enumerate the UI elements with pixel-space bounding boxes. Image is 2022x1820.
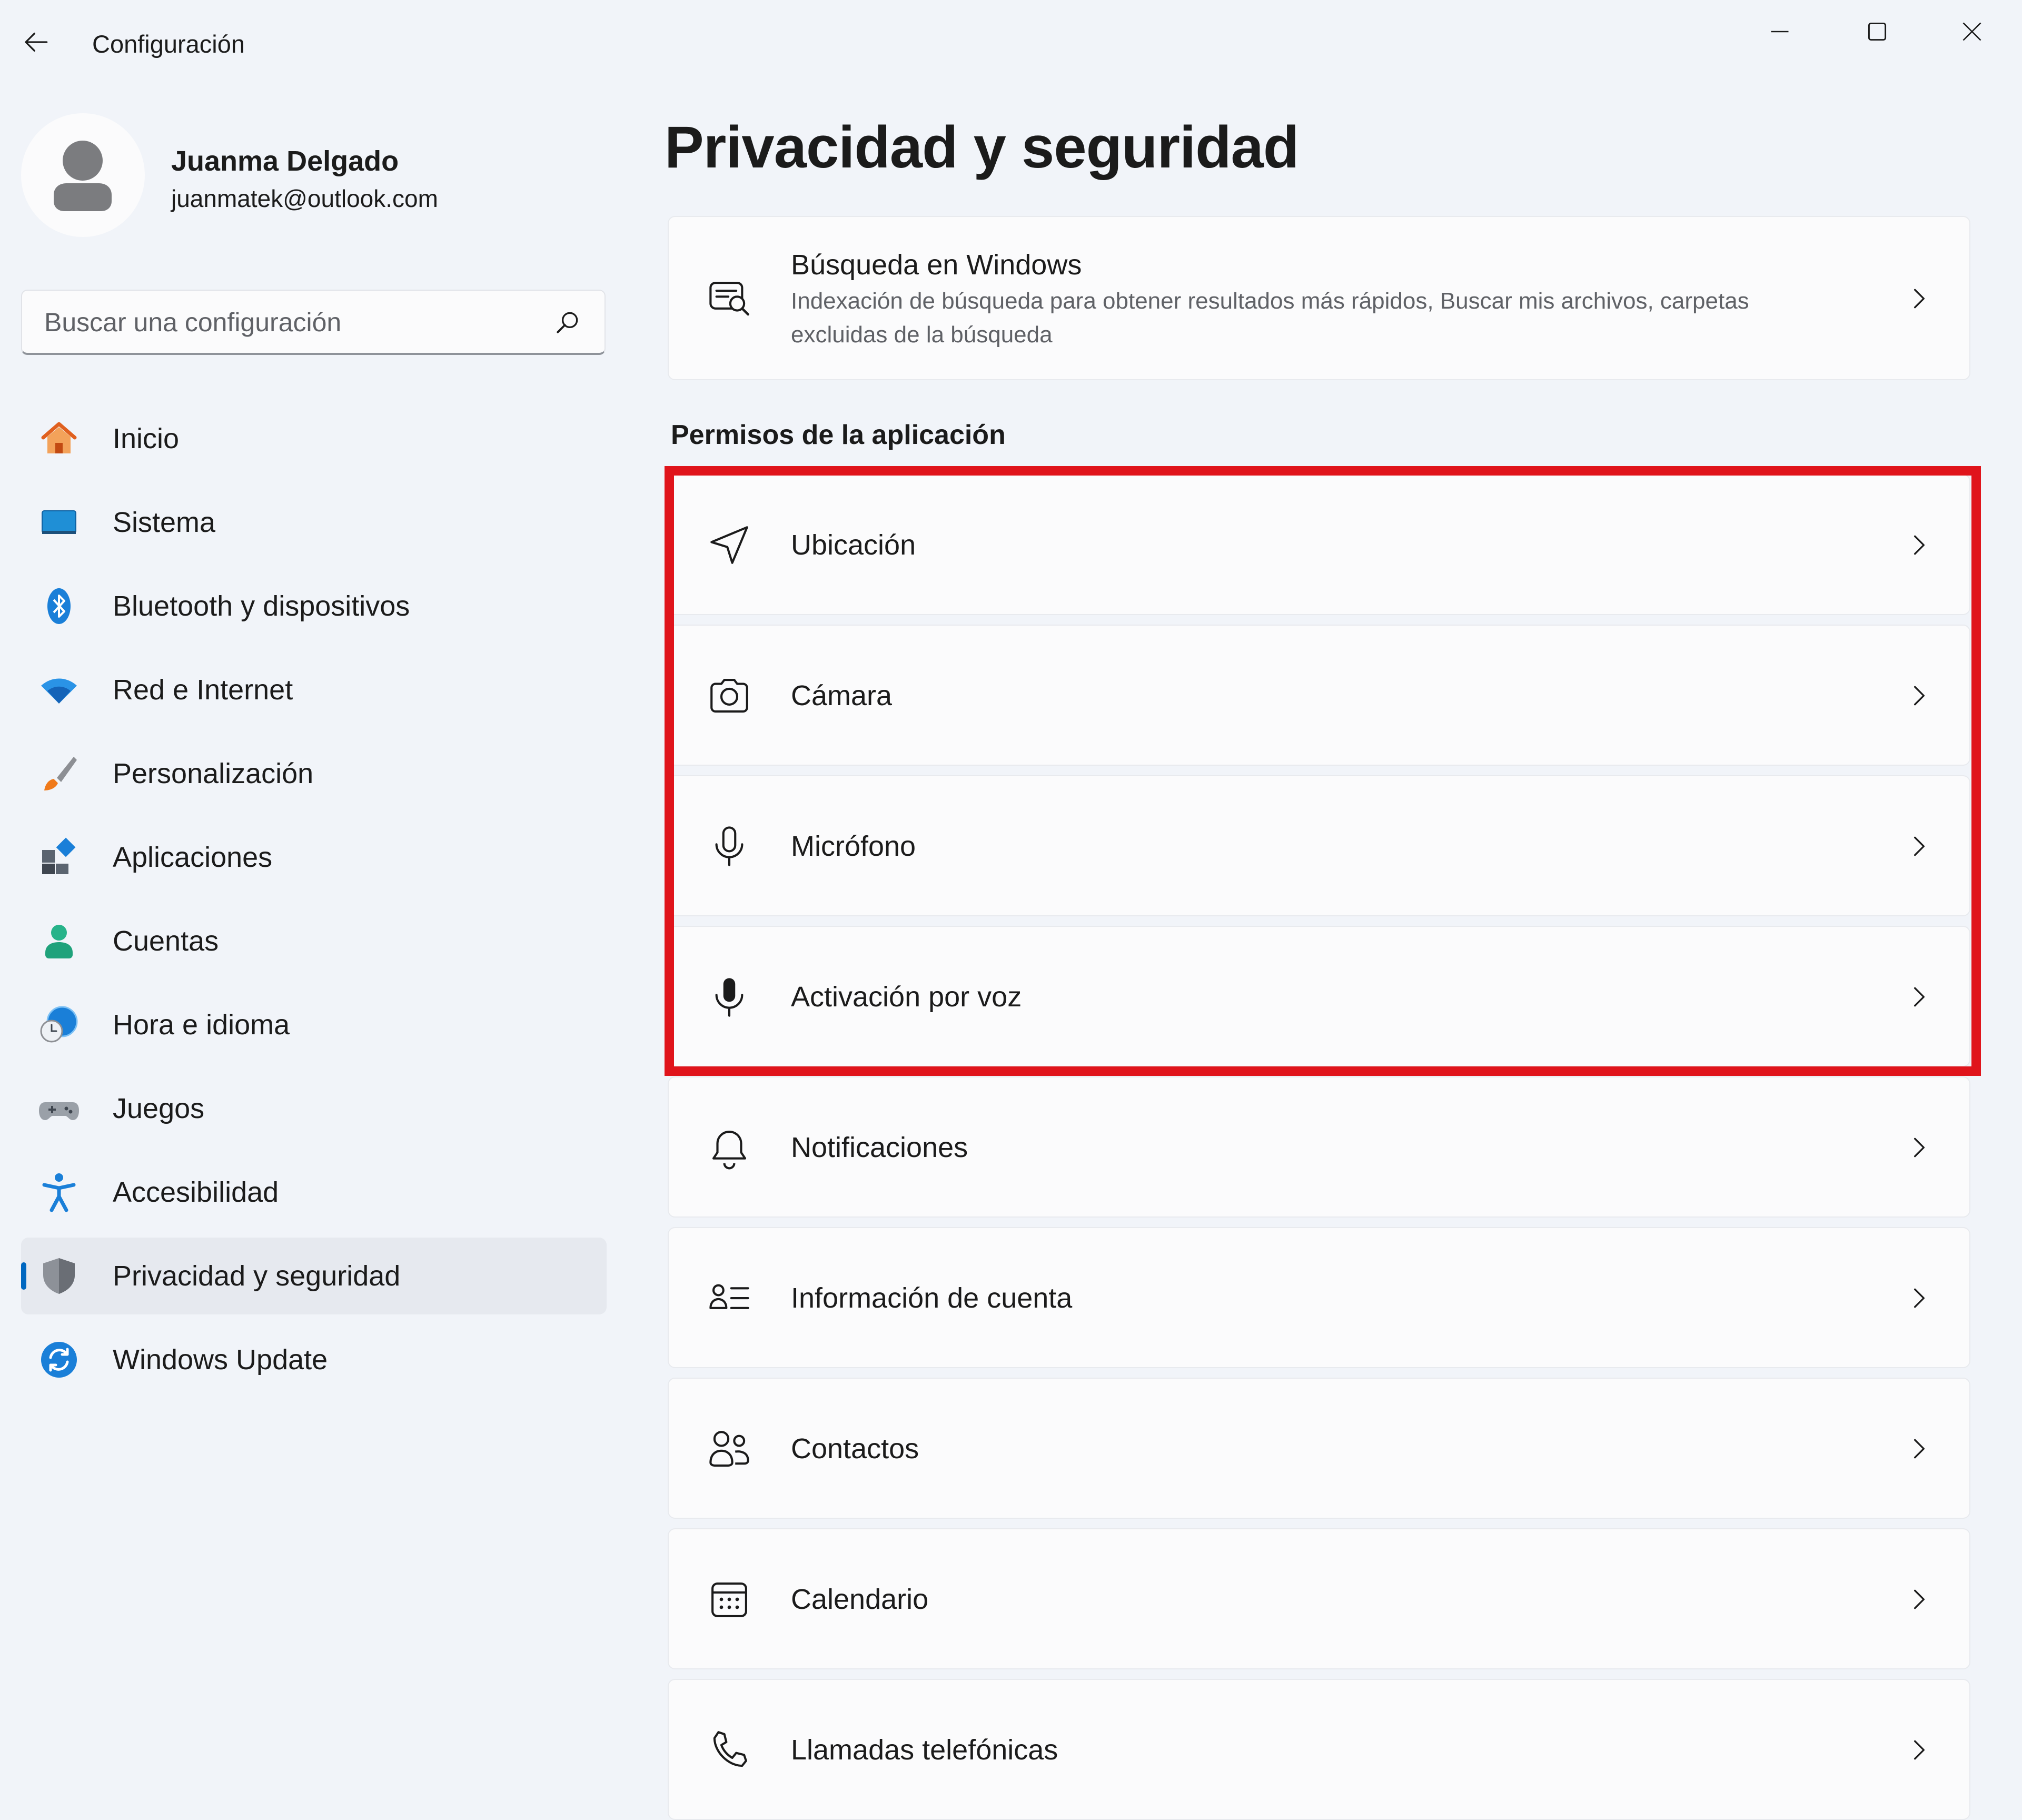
sidebar-item-label: Windows Update — [113, 1344, 328, 1376]
gamepad-icon — [39, 1102, 79, 1120]
sidebar-item-label: Juegos — [113, 1093, 205, 1124]
bell-icon — [712, 1130, 747, 1170]
sidebar-item-label: Accesibilidad — [113, 1176, 279, 1208]
chevron-right-icon — [1914, 535, 1925, 555]
voice-activation-icon — [715, 978, 744, 1017]
permission-camara[interactable]: Cámara — [668, 625, 1970, 766]
permission-calendario[interactable]: Calendario — [668, 1528, 1970, 1669]
chevron-right-icon — [1914, 1138, 1925, 1158]
user-silhouette-icon — [54, 141, 112, 211]
search-windows-card[interactable]: Búsqueda en Windows Indexación de búsque… — [668, 216, 1970, 380]
apps-icon — [42, 837, 76, 874]
permission-contactos[interactable]: Contactos — [668, 1378, 1970, 1519]
permission-label: Ubicación — [791, 529, 916, 561]
search-box[interactable] — [21, 290, 606, 355]
app-title: Configuración — [92, 30, 245, 58]
maximize-button[interactable] — [1843, 5, 1911, 58]
minimize-icon — [1771, 31, 1789, 33]
sidebar-item-label: Sistema — [113, 507, 216, 538]
home-icon — [41, 422, 77, 453]
sidebar-item-windows-update[interactable]: Windows Update — [21, 1321, 607, 1398]
sidebar-item-label: Aplicaciones — [113, 842, 273, 873]
permission-label: Notificaciones — [791, 1132, 968, 1163]
system-icon — [42, 510, 76, 534]
permission-label: Contactos — [791, 1433, 919, 1465]
search-input[interactable] — [43, 291, 519, 354]
chevron-right-icon — [1914, 1288, 1925, 1308]
user-name: Juanma Delgado — [171, 145, 399, 177]
shield-icon — [43, 1258, 75, 1294]
maximize-icon — [1868, 22, 1887, 41]
user-email: juanmatek@outlook.com — [171, 185, 438, 212]
minimize-button[interactable] — [1746, 5, 1814, 58]
sidebar-item-personalizacion[interactable]: Personalización — [21, 735, 607, 812]
sidebar-item-red[interactable]: Red e Internet — [21, 651, 607, 728]
permission-label: Llamadas telefónicas — [791, 1734, 1058, 1766]
selection-indicator — [21, 1262, 26, 1290]
permission-label: Información de cuenta — [791, 1282, 1073, 1314]
sidebar-item-bluetooth[interactable]: Bluetooth y dispositivos — [21, 568, 607, 645]
permission-ubicacion[interactable]: Ubicación — [668, 474, 1970, 615]
chevron-right-icon — [1914, 987, 1925, 1007]
account-info-icon — [709, 1284, 749, 1309]
phone-icon — [713, 1731, 747, 1767]
page-title: Privacidad y seguridad — [665, 114, 1299, 180]
card-description: Indexación de búsqueda para obtener resu… — [791, 288, 1749, 348]
sidebar-nav: Inicio Sistema Bluetooth y dispositivos … — [21, 400, 607, 1405]
sidebar-item-label: Privacidad y seguridad — [113, 1260, 401, 1292]
permission-llamadas[interactable]: Llamadas telefónicas — [668, 1679, 1970, 1820]
location-icon — [710, 526, 748, 564]
sidebar-item-cuentas[interactable]: Cuentas — [21, 903, 607, 980]
sidebar-item-hora[interactable]: Hora e idioma — [21, 986, 607, 1063]
permission-microfono[interactable]: Micrófono — [668, 775, 1970, 916]
chevron-right-icon — [1914, 686, 1925, 706]
chevron-right-icon — [1914, 1740, 1925, 1760]
permission-activacion-voz[interactable]: Activación por voz — [668, 926, 1970, 1067]
update-icon — [41, 1342, 77, 1378]
avatar[interactable] — [21, 113, 145, 237]
sidebar-item-aplicaciones[interactable]: Aplicaciones — [21, 819, 607, 896]
back-button[interactable] — [16, 21, 58, 63]
chevron-right-icon — [1914, 1439, 1925, 1459]
permission-label: Calendario — [791, 1584, 929, 1615]
search-icon[interactable] — [554, 309, 581, 335]
accounts-icon — [45, 925, 73, 958]
chevron-right-icon — [1914, 836, 1925, 856]
sidebar-item-juegos[interactable]: Juegos — [21, 1070, 607, 1147]
camera-icon — [710, 678, 748, 713]
section-title: Permisos de la aplicación — [671, 420, 1006, 450]
contacts-icon — [709, 1431, 749, 1467]
chevron-right-icon — [1914, 289, 1925, 309]
sidebar-item-label: Bluetooth y dispositivos — [113, 590, 410, 622]
accessibility-icon — [42, 1173, 76, 1212]
close-icon — [1962, 22, 1981, 41]
permission-notificaciones[interactable]: Notificaciones — [668, 1076, 1970, 1218]
brush-icon — [44, 757, 77, 790]
permission-label: Micrófono — [791, 830, 916, 862]
bluetooth-icon — [47, 588, 71, 624]
sidebar-item-inicio[interactable]: Inicio — [21, 400, 607, 477]
permission-label: Activación por voz — [791, 981, 1022, 1013]
sidebar-item-privacidad[interactable]: Privacidad y seguridad — [21, 1238, 607, 1314]
wifi-icon — [41, 678, 77, 704]
search-windows-icon — [709, 281, 749, 316]
permission-informacion-cuenta[interactable]: Información de cuenta — [668, 1227, 1970, 1368]
sidebar-item-label: Inicio — [113, 423, 180, 454]
microphone-icon — [715, 826, 744, 866]
calendar-icon — [711, 1582, 747, 1617]
chevron-right-icon — [1914, 1589, 1925, 1609]
sidebar-item-label: Personalización — [113, 758, 314, 789]
permission-label: Cámara — [791, 680, 893, 711]
sidebar-item-accesibilidad[interactable]: Accesibilidad — [21, 1154, 607, 1231]
sidebar-item-sistema[interactable]: Sistema — [21, 484, 607, 561]
sidebar-item-label: Cuentas — [113, 925, 219, 957]
sidebar-item-label: Red e Internet — [113, 674, 293, 706]
card-title: Búsqueda en Windows — [791, 249, 1082, 281]
clock-globe-icon — [40, 1006, 78, 1043]
sidebar-item-label: Hora e idioma — [113, 1009, 290, 1041]
back-arrow-icon — [25, 33, 48, 52]
close-button[interactable] — [1938, 5, 2006, 58]
